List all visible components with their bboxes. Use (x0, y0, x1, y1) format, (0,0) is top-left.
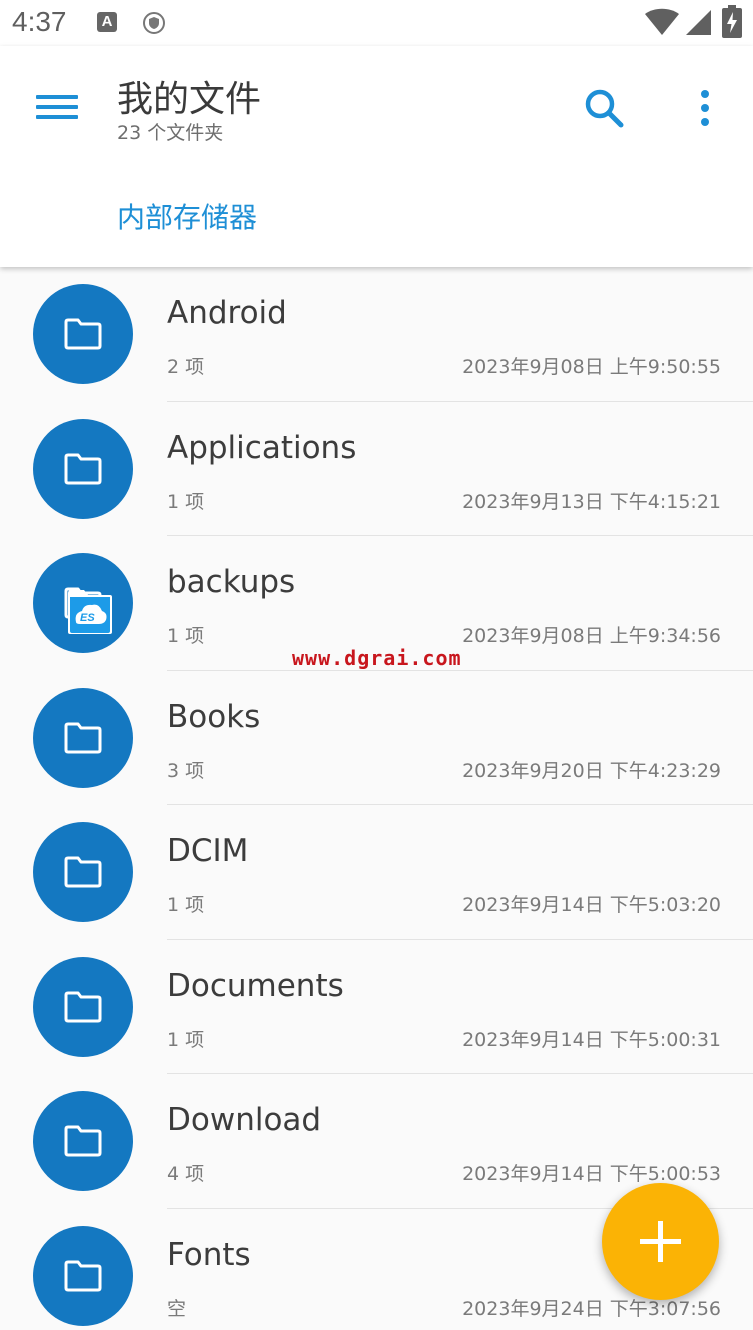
item-count: 1 项 (167, 490, 205, 513)
signal-icon (686, 10, 711, 35)
folder-avatar (33, 1225, 133, 1326)
folder-avatar (33, 418, 133, 519)
es-app-badge-icon: ES (68, 590, 112, 634)
list-item[interactable]: Documents 1 项 2023年9月14日 下午5:00:31 (0, 940, 753, 1074)
modified-date: 2023年9月08日 上午9:34:56 (462, 625, 721, 647)
folder-icon (64, 318, 102, 350)
watermark-text: www.dgrai.com (292, 646, 462, 670)
folder-avatar (33, 687, 133, 788)
item-count: 1 项 (167, 1028, 205, 1051)
modified-date: 2023年9月13日 下午4:15:21 (462, 490, 721, 513)
keyboard-a-icon: A (97, 12, 117, 32)
folder-icon (64, 453, 102, 484)
more-vert-icon[interactable] (690, 86, 720, 130)
item-count: 1 项 (167, 625, 205, 647)
folder-icon (64, 1125, 102, 1157)
svg-text:ES: ES (80, 612, 95, 624)
item-count: 空 (167, 1297, 187, 1320)
page-title: 我的文件 (117, 79, 262, 120)
search-icon[interactable] (582, 86, 626, 130)
folder-avatar (33, 822, 133, 922)
file-name: Applications (167, 429, 357, 466)
file-name: Books (167, 698, 261, 735)
modified-date: 2023年9月14日 下午5:03:20 (462, 894, 721, 916)
breadcrumb-internal-storage[interactable]: 内部存储器 (117, 196, 257, 236)
folder-icon (64, 856, 102, 888)
list-item[interactable]: DCIM 1 项 2023年9月14日 下午5:03:20 (0, 805, 753, 940)
modified-date: 2023年9月14日 下午5:00:53 (462, 1163, 721, 1185)
folder-avatar (33, 956, 133, 1057)
folder-icon (64, 1260, 102, 1291)
item-count: 2 项 (167, 356, 205, 378)
modified-date: 2023年9月24日 下午3:07:56 (462, 1297, 721, 1320)
menu-icon[interactable] (36, 91, 80, 123)
item-count: 4 项 (167, 1163, 205, 1185)
item-count: 3 项 (167, 759, 205, 782)
modified-date: 2023年9月20日 下午4:23:29 (462, 759, 721, 782)
list-item[interactable]: Android 2 项 2023年9月08日 上午9:50:55 (0, 267, 753, 402)
file-name: Android (167, 295, 287, 331)
item-count: 1 项 (167, 894, 205, 916)
modified-date: 2023年9月08日 上午9:50:55 (462, 356, 721, 378)
battery-charging-icon (722, 5, 742, 38)
list-item[interactable]: Books 3 项 2023年9月20日 下午4:23:29 (0, 671, 753, 805)
folder-icon (64, 991, 102, 1022)
add-fab-button[interactable] (602, 1183, 719, 1300)
file-name: DCIM (167, 833, 249, 869)
file-list: Android 2 项 2023年9月08日 上午9:50:55 Applica… (0, 267, 753, 1330)
plus-icon (640, 1221, 681, 1262)
status-time: 4:37 (12, 6, 67, 37)
file-name: backups (167, 564, 296, 600)
folder-avatar (33, 284, 133, 384)
folder-count-subtitle: 23 个文件夹 (117, 122, 224, 144)
folder-icon (64, 722, 102, 753)
wifi-icon (645, 8, 679, 35)
list-item[interactable]: Applications 1 项 2023年9月13日 下午4:15:21 (0, 402, 753, 536)
shield-icon (143, 12, 165, 34)
file-name: Download (167, 1102, 322, 1138)
status-bar: 4:37 A (0, 0, 753, 46)
folder-avatar: ES (33, 553, 133, 653)
modified-date: 2023年9月14日 下午5:00:31 (462, 1028, 721, 1051)
folder-avatar (33, 1091, 133, 1191)
file-manager-screen: 4:37 A 我的文件 23 个文件夹 内部存储器 Android 2 项 20… (0, 0, 753, 1330)
app-bar: 我的文件 23 个文件夹 内部存储器 (0, 46, 753, 267)
file-name: Fonts (167, 1236, 251, 1273)
file-name: Documents (167, 967, 344, 1004)
